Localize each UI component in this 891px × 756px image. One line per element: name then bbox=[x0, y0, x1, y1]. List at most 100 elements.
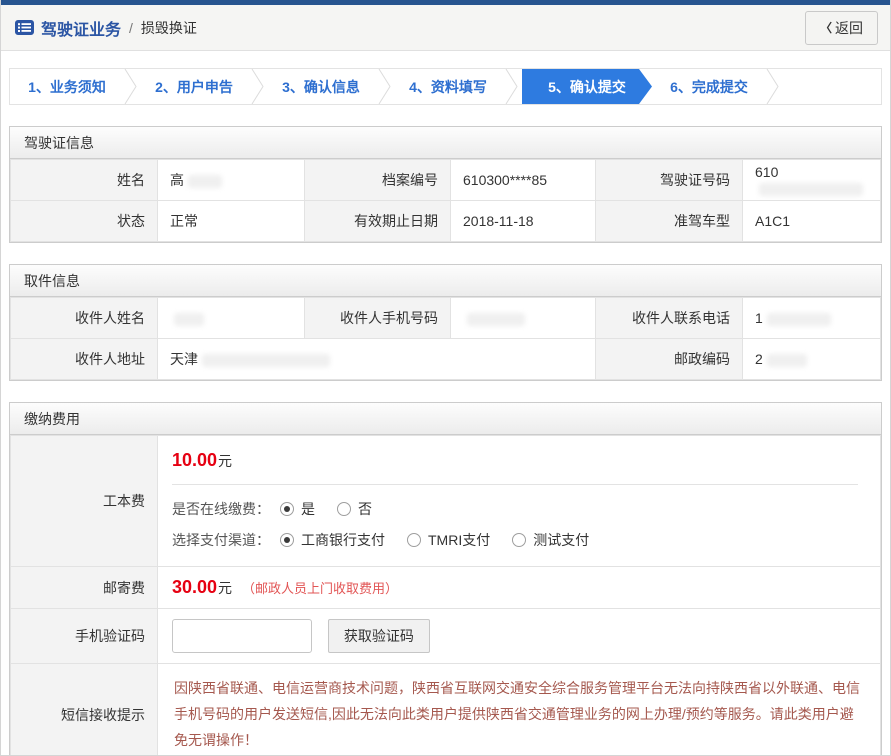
captcha-input[interactable] bbox=[172, 619, 312, 653]
radio-online-no[interactable]: 否 bbox=[337, 499, 372, 519]
card-fee-value: 10.00 bbox=[172, 450, 217, 470]
radio-label: 是 bbox=[301, 499, 315, 519]
card-fee-amount: 10.00元 bbox=[172, 450, 866, 471]
back-button[interactable]: 〈 返回 bbox=[805, 11, 878, 45]
field-label: 档案编号 bbox=[305, 160, 451, 201]
step-label: 2、用户申告 bbox=[155, 77, 233, 97]
step-tab-2[interactable]: 2、用户申告 bbox=[137, 69, 251, 104]
step-separator-icon bbox=[124, 69, 137, 104]
field-label: 姓名 bbox=[11, 160, 158, 201]
value-text: 1 bbox=[755, 310, 763, 326]
field-value-recipient-phone: 1 bbox=[743, 298, 881, 339]
online-pay-label: 是否在线缴费： bbox=[172, 499, 270, 519]
table-row: 收件人姓名 收件人手机号码 收件人联系电话 1 bbox=[11, 298, 881, 339]
field-value-recipient-name bbox=[158, 298, 305, 339]
radio-online-yes[interactable]: 是 bbox=[280, 499, 315, 519]
value-text: A1C1 bbox=[755, 213, 790, 229]
table-row: 手机验证码 获取验证码 bbox=[11, 609, 881, 664]
card-fee-cell: 10.00元 是否在线缴费： 是 否 bbox=[158, 436, 881, 567]
redacted-text bbox=[174, 313, 204, 326]
breadcrumb: 驾驶证业务 / 损毁换证 bbox=[15, 16, 197, 40]
step-label: 5、确认提交 bbox=[548, 77, 626, 97]
field-label-card-fee: 工本费 bbox=[11, 436, 158, 567]
step-tab-1[interactable]: 1、业务须知 bbox=[10, 69, 124, 104]
field-value-status: 正常 bbox=[158, 201, 305, 242]
step-tab-5-active[interactable]: 5、确认提交 bbox=[522, 69, 652, 104]
table-row: 状态 正常 有效期止日期 2018-11-18 准驾车型 A1C1 bbox=[11, 201, 881, 242]
step-tab-4[interactable]: 4、资料填写 bbox=[391, 69, 505, 104]
field-label-captcha: 手机验证码 bbox=[11, 609, 158, 664]
step-tab-3[interactable]: 3、确认信息 bbox=[264, 69, 378, 104]
field-label: 收件人地址 bbox=[11, 339, 158, 380]
sms-tip-cell: 因陕西省联通、电信运营商技术问题，陕西省互联网交通安全综合服务管理平台无法向持陕… bbox=[158, 664, 881, 756]
radio-channel-tmri[interactable]: TMRI支付 bbox=[407, 530, 490, 550]
field-label-sms-tip: 短信接收提示 bbox=[11, 664, 158, 756]
radio-checked-icon bbox=[280, 502, 294, 516]
fees-section: 缴纳费用 工本费 10.00元 是否在线缴费： 是 bbox=[9, 402, 882, 756]
field-label: 收件人手机号码 bbox=[305, 298, 451, 339]
step-tab-6[interactable]: 6、完成提交 bbox=[652, 69, 766, 104]
field-label: 邮政编码 bbox=[596, 339, 743, 380]
field-label: 收件人联系电话 bbox=[596, 298, 743, 339]
post-fee-cell: 30.00元 （邮政人员上门收取费用） bbox=[158, 567, 881, 609]
breadcrumb-current: 损毁换证 bbox=[141, 18, 197, 38]
sms-tip-text: 因陕西省联通、电信运营商技术问题，陕西省互联网交通安全综合服务管理平台无法向持陕… bbox=[174, 676, 864, 754]
field-value-license-number: 610 bbox=[743, 160, 881, 201]
step-label: 6、完成提交 bbox=[670, 77, 748, 97]
get-captcha-button[interactable]: 获取验证码 bbox=[328, 619, 430, 653]
pickup-info-table: 收件人姓名 收件人手机号码 收件人联系电话 1 收件人地址 天津 邮政编码 2 bbox=[10, 297, 881, 380]
radio-channel-icbc[interactable]: 工商银行支付 bbox=[280, 530, 385, 550]
field-value-vehicle-class: A1C1 bbox=[743, 201, 881, 242]
page-title: 驾驶证业务 bbox=[41, 16, 121, 40]
fees-section-title: 缴纳费用 bbox=[10, 403, 881, 435]
field-label: 收件人姓名 bbox=[11, 298, 158, 339]
pickup-info-section: 取件信息 收件人姓名 收件人手机号码 收件人联系电话 1 收件人地址 天津 邮政… bbox=[9, 264, 882, 381]
table-row: 工本费 10.00元 是否在线缴费： 是 否 bbox=[11, 436, 881, 567]
radio-label: 工商银行支付 bbox=[301, 530, 385, 550]
step-separator-icon bbox=[378, 69, 391, 104]
radio-channel-test[interactable]: 测试支付 bbox=[512, 530, 589, 550]
value-text: 正常 bbox=[170, 213, 198, 229]
post-fee-value: 30.00 bbox=[172, 577, 217, 597]
page-header: 驾驶证业务 / 损毁换证 〈 返回 bbox=[1, 5, 890, 51]
captcha-cell: 获取验证码 bbox=[158, 609, 881, 664]
table-row: 姓名 高 档案编号 610300****85 驾驶证号码 610 bbox=[11, 160, 881, 201]
post-fee-note: （邮政人员上门收取费用） bbox=[242, 581, 398, 596]
redacted-text bbox=[467, 313, 525, 326]
pickup-section-title: 取件信息 bbox=[10, 265, 881, 297]
pay-channel-row: 选择支付渠道： 工商银行支付 TMRI支付 测试支付 bbox=[172, 530, 866, 550]
step-label: 4、资料填写 bbox=[409, 77, 487, 97]
license-info-table: 姓名 高 档案编号 610300****85 驾驶证号码 610 状态 正常 有… bbox=[10, 159, 881, 242]
field-label: 有效期止日期 bbox=[305, 201, 451, 242]
step-label: 1、业务须知 bbox=[28, 77, 106, 97]
value-text: 2 bbox=[755, 351, 763, 367]
radio-unchecked-icon bbox=[407, 533, 421, 547]
redacted-text bbox=[759, 183, 863, 196]
redacted-text bbox=[767, 354, 807, 367]
field-value-expiry-date: 2018-11-18 bbox=[451, 201, 596, 242]
field-label: 驾驶证号码 bbox=[596, 160, 743, 201]
redacted-text bbox=[202, 354, 330, 367]
step-progress-bar: 1、业务须知 2、用户申告 3、确认信息 4、资料填写 5、确认提交 6、完成提… bbox=[9, 68, 882, 105]
step-bar-filler bbox=[779, 69, 881, 104]
license-section-title: 驾驶证信息 bbox=[10, 127, 881, 159]
pay-channel-label: 选择支付渠道： bbox=[172, 530, 270, 550]
field-value-file-number: 610300****85 bbox=[451, 160, 596, 201]
radio-checked-icon bbox=[280, 533, 294, 547]
step-separator-icon bbox=[766, 69, 779, 104]
divider bbox=[172, 484, 858, 485]
value-text: 高 bbox=[170, 172, 184, 188]
field-value-zip-code: 2 bbox=[743, 339, 881, 380]
card-fee-unit: 元 bbox=[218, 453, 232, 469]
post-fee-unit: 元 bbox=[218, 580, 232, 596]
field-label-post-fee: 邮寄费 bbox=[11, 567, 158, 609]
table-row: 短信接收提示 因陕西省联通、电信运营商技术问题，陕西省互联网交通安全综合服务管理… bbox=[11, 664, 881, 756]
step-label: 3、确认信息 bbox=[282, 77, 360, 97]
redacted-text bbox=[188, 175, 222, 188]
field-label: 准驾车型 bbox=[596, 201, 743, 242]
license-info-section: 驾驶证信息 姓名 高 档案编号 610300****85 驾驶证号码 610 状… bbox=[9, 126, 882, 243]
value-text: 610300****85 bbox=[463, 172, 547, 188]
value-text: 610 bbox=[755, 164, 778, 180]
license-service-icon bbox=[15, 20, 34, 35]
fees-table: 工本费 10.00元 是否在线缴费： 是 否 bbox=[10, 435, 881, 756]
